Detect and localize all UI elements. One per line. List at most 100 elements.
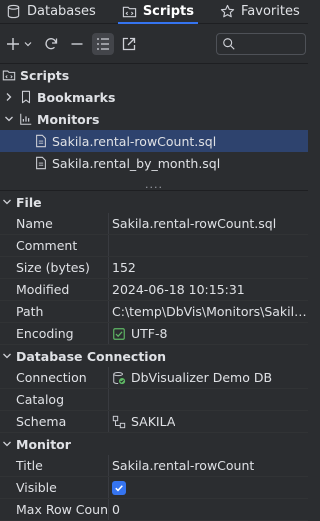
property-row: Size (bytes) 152 (0, 257, 308, 279)
splitter-grip: .... (145, 177, 163, 191)
property-value-name[interactable]: Sakila.rental-rowCount.sql (109, 213, 308, 234)
property-value-catalog[interactable] (109, 389, 308, 410)
property-name: Title (0, 455, 109, 476)
chevron-right-icon[interactable] (4, 92, 14, 102)
tree-node-scripts[interactable]: Scripts (0, 64, 308, 86)
chevron-down-icon[interactable] (24, 40, 32, 48)
property-value-comment[interactable] (109, 235, 308, 256)
section-title: Monitor (16, 436, 71, 452)
db-connection-icon (113, 371, 126, 384)
property-value-modified: 2024-06-18 10:15:31 (109, 279, 308, 300)
section-database-connection[interactable]: Database Connection (0, 345, 308, 367)
tab-databases-label: Databases (27, 3, 96, 19)
tree-node-monitors[interactable]: Monitors (0, 108, 308, 130)
tree-node-bookmarks[interactable]: Bookmarks (0, 86, 308, 108)
open-external-button[interactable] (118, 33, 140, 55)
bookmark-icon (21, 90, 31, 104)
scripts-tree: Scripts Bookmarks Monitors Sakila.rental… (0, 64, 308, 179)
tree-label-scripts: Scripts (20, 67, 70, 83)
show-details-toggle[interactable] (92, 32, 114, 55)
schema-icon (112, 415, 126, 428)
refresh-icon (45, 37, 58, 49)
chevron-down-icon[interactable] (2, 351, 12, 361)
encoding-check-icon (113, 327, 125, 340)
property-name: Catalog (0, 389, 109, 410)
tree-node-file[interactable]: Sakila.rental_by_month.sql (0, 152, 308, 174)
tree-label-monitors: Monitors (37, 111, 100, 127)
property-value-visible (109, 477, 308, 498)
tab-favorites-label: Favorites (241, 3, 300, 19)
property-row: Path C:\temp\DbVis\Monitors\Sakila.renta… (0, 301, 308, 323)
list-details-icon (97, 37, 109, 50)
remove-button[interactable] (66, 33, 88, 55)
section-file[interactable]: File (0, 191, 308, 213)
property-row: Encoding UTF-8 (0, 323, 308, 345)
property-name: Visible (0, 477, 109, 498)
section-monitor[interactable]: Monitor (0, 433, 308, 455)
section-title: File (16, 194, 42, 210)
visible-checkbox[interactable] (112, 480, 126, 495)
sql-file-icon (36, 156, 46, 170)
minus-icon (71, 42, 83, 45)
property-row: Visible (0, 477, 308, 499)
tab-scripts[interactable]: Scripts (116, 0, 200, 24)
value-text: SAKILA (131, 414, 176, 429)
property-name: Path (0, 301, 109, 322)
property-value-title[interactable]: Sakila.rental-rowCount (109, 455, 308, 476)
property-row: Modified 2024-06-18 10:15:31 (0, 279, 308, 301)
property-value-size: 152 (109, 257, 308, 278)
splitter-handle[interactable]: .... (0, 179, 308, 191)
value-text: 152 (112, 260, 136, 275)
value-text: Sakila.rental-rowCount (112, 458, 255, 473)
search-icon (223, 37, 235, 50)
toolbar (0, 24, 308, 64)
open-external-icon (122, 37, 136, 50)
tree-label-bookmarks: Bookmarks (37, 89, 116, 105)
section-title: Database Connection (16, 348, 167, 364)
tab-databases[interactable]: Databases (0, 0, 102, 23)
property-row: Connection DbVisualizer Demo DB (0, 367, 308, 389)
property-name: Connection (0, 367, 109, 388)
tree-label-file: Sakila.rental_by_month.sql (52, 155, 221, 171)
property-row: Schema SAKILA (0, 411, 308, 433)
property-name: Modified (0, 279, 109, 300)
property-row: Catalog (0, 389, 308, 411)
property-row: Name Sakila.rental-rowCount.sql (0, 213, 308, 235)
monitor-chart-icon (20, 113, 32, 125)
property-name: Max Row Count (0, 499, 109, 520)
tab-scripts-label: Scripts (142, 3, 195, 19)
property-name: Name (0, 213, 109, 234)
sql-file-icon (36, 134, 46, 148)
property-name: Size (bytes) (0, 257, 109, 278)
tab-favorites[interactable]: Favorites (214, 0, 306, 23)
value-text: C:\temp\DbVis\Monitors\Sakila.rental-row… (112, 304, 308, 319)
property-value-schema[interactable]: SAKILA (109, 411, 308, 432)
property-name: Encoding (0, 323, 109, 344)
add-button[interactable] (2, 33, 24, 55)
property-value-max-row-count[interactable]: 0 (109, 499, 308, 520)
value-text: 0 (112, 502, 120, 517)
property-value-path: C:\temp\DbVis\Monitors\Sakila.rental-row… (109, 301, 308, 322)
search-input[interactable] (236, 35, 296, 52)
property-value-encoding[interactable]: UTF-8 (109, 323, 308, 344)
chevron-down-icon[interactable] (2, 197, 12, 207)
tree-label-file: Sakila.rental-rowCount.sql (52, 133, 217, 149)
chevron-down-icon[interactable] (4, 114, 14, 124)
tree-node-file-selected[interactable]: Sakila.rental-rowCount.sql (0, 130, 308, 152)
checkmark-icon (115, 484, 123, 491)
search-box[interactable] (216, 32, 306, 55)
scripts-folder-icon (122, 6, 136, 17)
value-text: DbVisualizer Demo DB (131, 370, 273, 385)
property-row: Title Sakila.rental-rowCount (0, 455, 308, 477)
value-text: Sakila.rental-rowCount.sql (112, 216, 277, 231)
property-value-connection[interactable]: DbVisualizer Demo DB (109, 367, 308, 388)
plus-icon (7, 37, 19, 50)
tab-bar: Databases Scripts Favorites (0, 0, 308, 24)
chevron-down-icon[interactable] (2, 439, 12, 449)
properties-panel: File Name Sakila.rental-rowCount.sql Com… (0, 191, 308, 521)
refresh-button[interactable] (40, 33, 62, 55)
value-text: UTF-8 (131, 326, 168, 341)
property-row: Max Row Count 0 (0, 499, 308, 521)
property-name: Schema (0, 411, 109, 432)
star-icon (220, 4, 235, 17)
